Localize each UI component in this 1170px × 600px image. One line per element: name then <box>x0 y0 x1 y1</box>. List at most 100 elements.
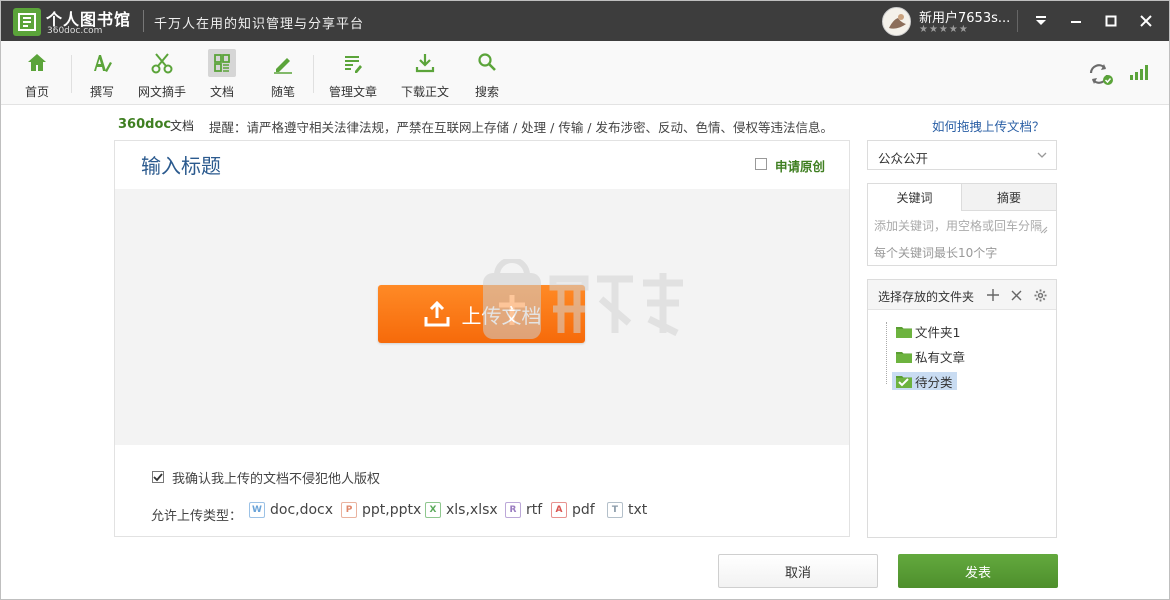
visibility-select[interactable]: 公众公开 <box>867 140 1057 170</box>
folder-icon <box>896 351 912 363</box>
filetype-pdf-label: pdf <box>572 502 595 518</box>
allowed-types-label: 允许上传类型： <box>151 509 243 524</box>
pencil-icon <box>274 58 292 74</box>
notice-text: 提醒：请严格遵守相关法律法规，严禁在互联网上存储 / 处理 / 传输 / 发布涉… <box>209 120 833 135</box>
slogan: 千万人在用的知识管理与分享平台 <box>154 17 365 32</box>
folder-settings-button[interactable] <box>1032 287 1048 303</box>
upload-icon <box>424 300 449 327</box>
toolbar-notes[interactable]: 随笔 <box>263 49 303 99</box>
toolbar-manage-label: 管理文章 <box>328 85 377 99</box>
toolbar-write-label: 撰写 <box>89 85 114 99</box>
folder-item-label: 私有文章 <box>915 349 966 365</box>
original-checkbox[interactable] <box>755 158 767 170</box>
excel-file-icon: X <box>425 502 441 518</box>
close-icon <box>1011 290 1021 300</box>
toolbar-document[interactable]: 文档 <box>204 49 240 99</box>
filetype-txt-label: txt <box>628 502 648 518</box>
home-icon <box>28 54 46 71</box>
toolbar-document-label: 文档 <box>209 85 234 99</box>
filetype-rtf: R rtf <box>505 502 542 518</box>
signal-bars-icon <box>1130 65 1148 80</box>
folder-item-label: 待分类 <box>915 374 953 390</box>
drag-upload-help-link[interactable]: 如何拖拽上传文档？ <box>932 116 1045 135</box>
rtf-file-icon: R <box>505 502 521 518</box>
title-bar: 个人图书馆 360doc.com 千万人在用的知识管理与分享平台 新用户7653… <box>1 1 1169 41</box>
plus-icon <box>987 289 999 301</box>
window-controls-divider <box>1017 10 1018 32</box>
notice-brand: 360doc <box>118 117 172 132</box>
gear-icon <box>1034 289 1046 301</box>
filetype-pdf: A pdf <box>551 502 595 518</box>
folder-item[interactable]: 文件夹1 <box>896 322 960 340</box>
close-button[interactable] <box>1136 11 1156 31</box>
document-editor: 申请原创 上传文档 我确认我上传的文档不侵犯他人版权 允许上传类型： W doc… <box>114 140 850 537</box>
document-icon <box>208 49 236 77</box>
signal-indicator <box>1129 63 1151 81</box>
minimize-button[interactable] <box>1066 11 1086 31</box>
tab-summary[interactable]: 摘要 <box>962 184 1056 211</box>
toolbar-clipper-label: 网文摘手 <box>137 85 186 99</box>
toolbar-search[interactable]: 搜索 <box>467 49 507 99</box>
app-window: 个人图书馆 360doc.com 千万人在用的知识管理与分享平台 新用户7653… <box>0 0 1170 600</box>
folder-item[interactable]: 私有文章 <box>896 347 965 365</box>
original-label[interactable]: 申请原创 <box>775 156 825 175</box>
maximize-icon <box>1105 15 1117 27</box>
download-icon <box>415 54 435 73</box>
cancel-button[interactable]: 取消 <box>718 554 878 588</box>
checked-folder-icon <box>896 376 912 388</box>
notice-sub: 文档 <box>170 119 195 133</box>
dropdown-menu-icon <box>1036 16 1046 25</box>
search-icon <box>478 53 496 71</box>
tree-connector <box>886 322 887 384</box>
toolbar-home[interactable]: 首页 <box>17 49 57 99</box>
user-rating-stars: ★★★★★ <box>919 24 969 35</box>
toolbar-search-label: 搜索 <box>474 85 499 99</box>
folder-panel: 选择存放的文件夹 文件夹1 私有文章 待分类 <box>867 279 1057 538</box>
keyword-hint: 每个关键词最长10个字 <box>874 246 998 260</box>
delete-folder-button[interactable] <box>1008 287 1024 303</box>
filetype-ppt-label: ppt,pptx <box>362 502 422 518</box>
toolbar-clipper[interactable]: 网文摘手 <box>135 49 189 99</box>
copyright-confirm-label[interactable]: 我确认我上传的文档不侵犯他人版权 <box>172 468 380 487</box>
copyright-confirm-checkbox[interactable] <box>152 471 164 483</box>
manage-icon <box>345 56 362 73</box>
publish-button[interactable]: 发表 <box>898 554 1058 588</box>
toolbar-write[interactable]: 撰写 <box>82 49 122 99</box>
resize-handle-icon <box>1040 226 1048 234</box>
keyword-input[interactable] <box>874 216 1050 236</box>
write-icon <box>94 55 112 72</box>
toolbar-home-label: 首页 <box>24 85 49 99</box>
keyword-panel: 关键词 摘要 每个关键词最长10个字 <box>867 183 1057 266</box>
filetype-xls: X xls,xlsx <box>425 502 498 518</box>
filetype-xls-label: xls,xlsx <box>446 502 498 518</box>
word-file-icon: W <box>249 502 265 518</box>
filetype-txt: T txt <box>607 502 647 518</box>
toolbar-divider <box>313 55 314 93</box>
folder-item-selected[interactable]: 待分类 <box>892 372 957 390</box>
minimize-icon <box>1071 21 1081 23</box>
chevron-down-icon <box>1037 152 1047 158</box>
logo-icon <box>13 8 41 36</box>
main-toolbar: 首页 撰写 网文摘手 文档 随笔 管理文章 下载正文 搜索 <box>1 41 1169 105</box>
visibility-value: 公众公开 <box>878 151 929 166</box>
add-folder-button[interactable] <box>985 287 1001 303</box>
toolbar-manage[interactable]: 管理文章 <box>327 49 379 99</box>
title-input[interactable] <box>141 152 641 180</box>
sync-icon <box>1089 64 1113 85</box>
toolbar-download-label: 下载正文 <box>400 85 449 99</box>
tab-keywords[interactable]: 关键词 <box>868 184 962 211</box>
title-divider <box>143 10 144 32</box>
toolbar-download[interactable]: 下载正文 <box>399 49 451 99</box>
pdf-file-icon: A <box>551 502 567 518</box>
sync-button[interactable] <box>1087 61 1115 87</box>
filetype-rtf-label: rtf <box>526 502 543 518</box>
upload-document-label: 上传文档 <box>461 303 542 328</box>
menu-dropdown-button[interactable] <box>1031 11 1051 31</box>
upload-dropzone[interactable]: 上传文档 <box>115 189 849 445</box>
upload-document-button[interactable]: 上传文档 <box>378 285 585 343</box>
folder-panel-title: 选择存放的文件夹 <box>878 290 975 304</box>
maximize-button[interactable] <box>1101 11 1121 31</box>
filetype-doc-label: doc,docx <box>270 502 334 518</box>
folder-item-label: 文件夹1 <box>915 324 961 340</box>
avatar[interactable] <box>882 7 911 36</box>
